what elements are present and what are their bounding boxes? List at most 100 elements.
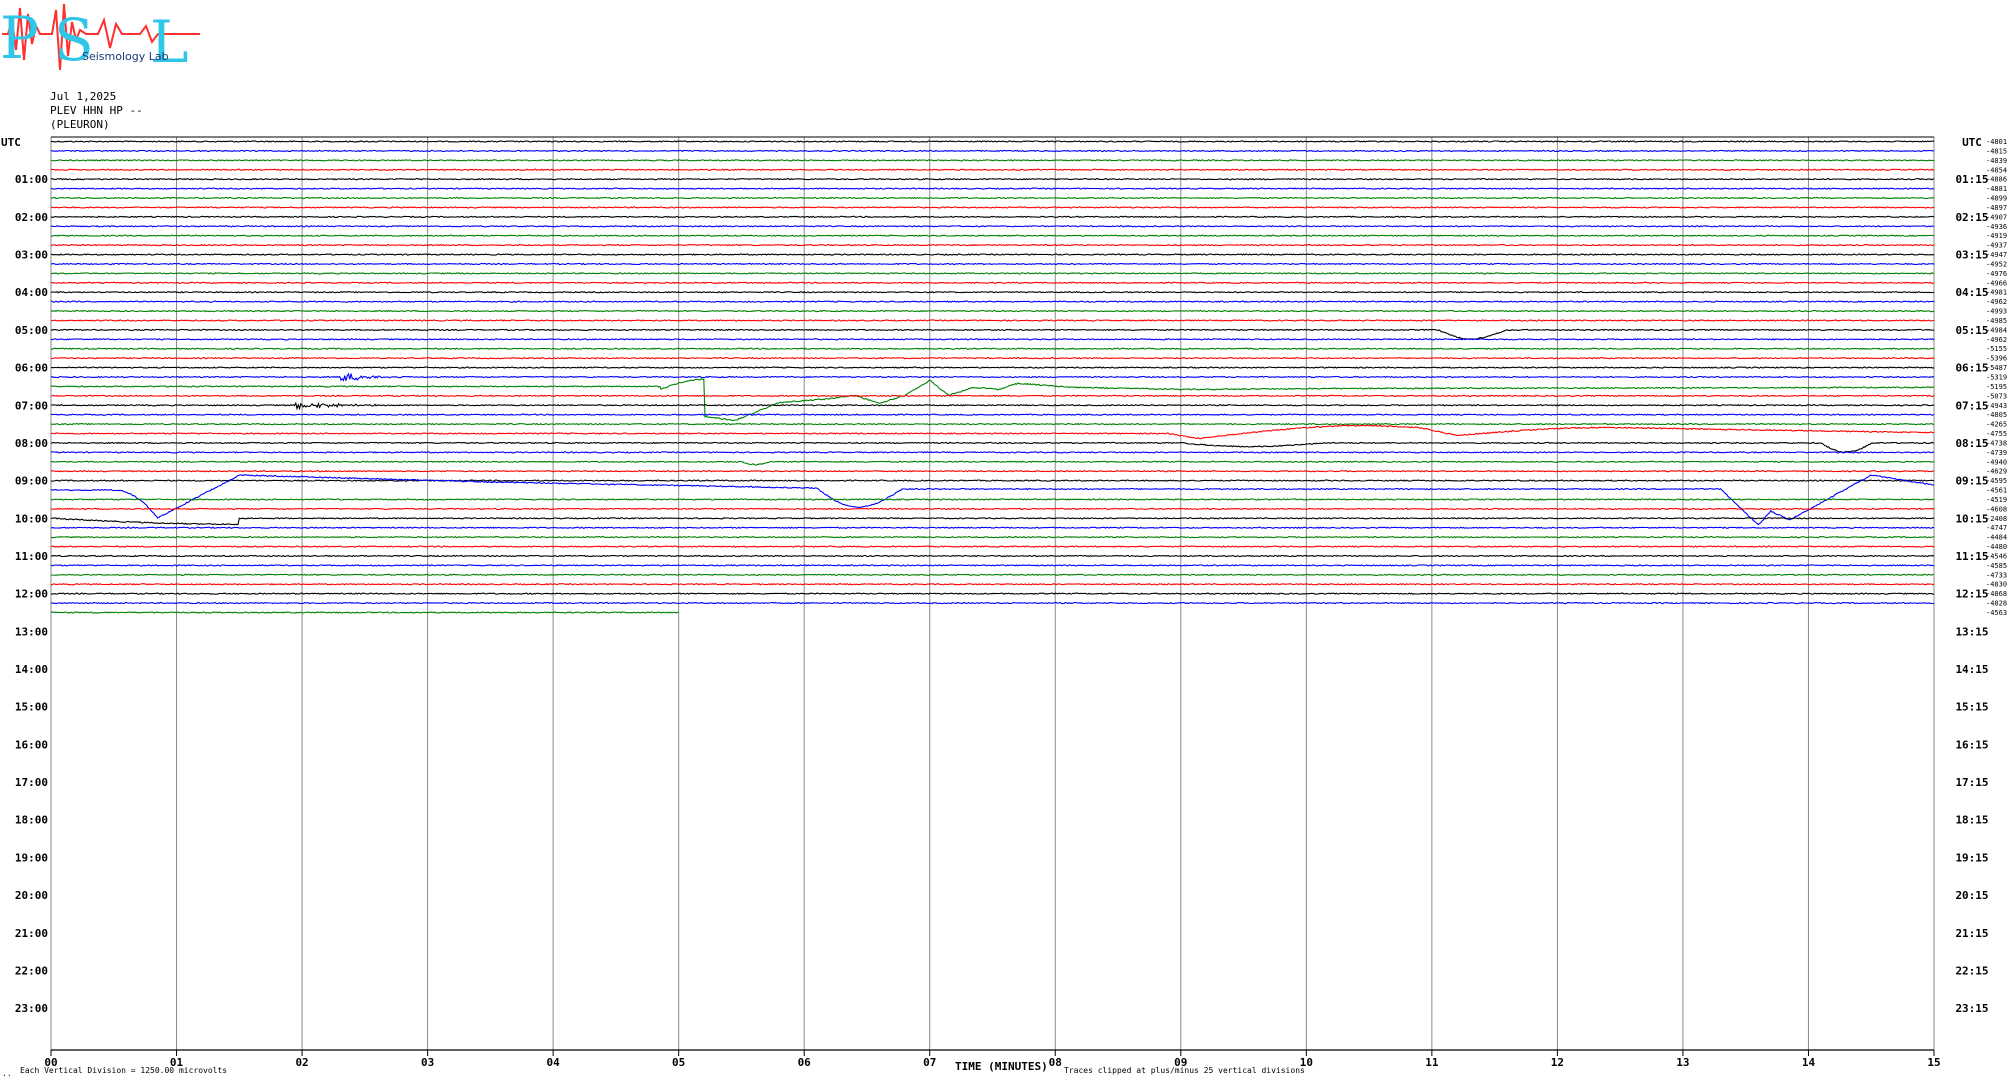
seismic-trace-row — [50, 319, 1935, 322]
x-tick-label: 05 — [672, 1056, 685, 1069]
x-tick-label: 06 — [798, 1056, 812, 1069]
row-offset-label: -4854 — [1986, 166, 2007, 174]
right-hour-label: 01:15 — [1955, 173, 1988, 186]
seismic-trace-row — [50, 272, 1935, 275]
row-offset-label: -4897 — [1986, 204, 2007, 212]
row-offset-label: -4747 — [1986, 524, 2007, 532]
row-offset-label: -4561 — [1986, 487, 2007, 495]
row-offset-label: -5319 — [1986, 374, 2007, 382]
right-hour-label: 20:15 — [1955, 889, 1988, 902]
right-hour-label: 12:15 — [1955, 588, 1988, 601]
left-axis-label: UTC — [1, 136, 21, 149]
seismic-trace-row — [50, 234, 1935, 237]
x-tick-label: 12 — [1551, 1056, 1564, 1069]
right-hour-label: 13:15 — [1955, 625, 1988, 638]
right-hour-label: 04:15 — [1955, 286, 1988, 299]
left-hour-label: 10:00 — [15, 512, 48, 525]
seismic-trace-row — [50, 215, 1935, 219]
left-hour-label: 06:00 — [15, 362, 48, 375]
x-tick-label: 07 — [923, 1056, 936, 1069]
left-hour-label: 19:00 — [15, 851, 48, 864]
seismic-trace-row — [50, 564, 1935, 567]
seismic-trace-row — [50, 469, 1934, 473]
seismic-trace-row — [50, 401, 1935, 411]
row-offset-label: -4805 — [1986, 411, 2007, 419]
right-hour-label: 11:15 — [1955, 550, 1988, 563]
row-offset-label: -4962 — [1986, 336, 2007, 344]
row-offset-label: -5396 — [1986, 355, 2007, 363]
row-offset-label: -4629 — [1986, 468, 2007, 476]
right-hour-label: 16:15 — [1955, 738, 1988, 751]
right-hour-label: 06:15 — [1955, 362, 1988, 375]
left-hour-label: 18:00 — [15, 814, 48, 827]
seismic-trace-row — [50, 149, 1935, 153]
seismic-trace-row — [50, 309, 1935, 313]
row-offset-label: -4839 — [1986, 157, 2007, 165]
row-offset-label: -4608 — [1986, 505, 2007, 513]
row-offset-label: -4739 — [1986, 449, 2007, 457]
left-hour-label: 21:00 — [15, 927, 48, 940]
left-hour-label: 02:00 — [15, 211, 48, 224]
row-offset-label: -4881 — [1986, 185, 2007, 193]
seismic-trace-row — [50, 356, 1935, 360]
left-hour-label: 04:00 — [15, 286, 48, 299]
corner-mark: .. — [2, 1069, 12, 1078]
left-hour-label: 07:00 — [15, 399, 48, 412]
seismic-trace-row — [50, 177, 1935, 181]
left-hour-label: 23:00 — [15, 1002, 48, 1015]
right-hour-label: 14:15 — [1955, 663, 1988, 676]
x-tick-label: 04 — [547, 1056, 561, 1069]
seismic-trace-row — [50, 347, 1935, 351]
right-hour-label: 07:15 — [1955, 399, 1988, 412]
row-offset-label: -4940 — [1986, 458, 2007, 466]
left-hour-label: 14:00 — [15, 663, 48, 676]
x-tick-label: 13 — [1676, 1056, 1689, 1069]
row-offset-label: -5487 — [1986, 364, 2007, 372]
row-offset-label: -4801 — [1986, 138, 2007, 146]
seismic-trace-row — [50, 366, 1935, 369]
row-offset-label: -4265 — [1986, 421, 2007, 429]
left-hour-label: 15:00 — [15, 701, 48, 714]
seismic-trace-row — [50, 517, 1935, 526]
seismic-trace-row — [50, 224, 1935, 228]
right-hour-label: 17:15 — [1955, 776, 1988, 789]
right-hour-label: 09:15 — [1955, 475, 1988, 488]
seismic-trace-row — [50, 159, 1935, 162]
left-hour-label: 12:00 — [15, 588, 48, 601]
x-tick-label: 03 — [421, 1056, 434, 1069]
right-hour-label: 08:15 — [1955, 437, 1988, 450]
x-tick-label: 15 — [1927, 1056, 1940, 1069]
seismic-trace-row — [50, 328, 1935, 340]
row-offset-label: -4480 — [1986, 543, 2007, 551]
left-hour-label: 09:00 — [15, 475, 48, 488]
row-offset-label: -4966 — [1986, 279, 2007, 287]
left-hour-label: 20:00 — [15, 889, 48, 902]
x-axis-title: TIME (MINUTES) — [955, 1060, 1048, 1073]
seismic-trace-row — [50, 253, 1935, 256]
seismic-trace-row — [50, 441, 1935, 453]
seismic-trace-row — [50, 526, 1935, 530]
row-offset-label: -4815 — [1986, 147, 2007, 155]
seismic-trace-row — [50, 290, 1935, 294]
left-hour-label: 22:00 — [15, 964, 48, 977]
seismic-trace-row — [50, 243, 1935, 247]
row-offset-label: -4585 — [1986, 562, 2007, 570]
row-offset-label: -4595 — [1986, 477, 2007, 485]
right-hour-label: 21:15 — [1955, 927, 1988, 940]
row-offset-label: -4886 — [1986, 176, 2007, 184]
row-offset-label: -4984 — [1986, 326, 2007, 334]
row-offset-label: -4563 — [1986, 609, 2007, 617]
row-offset-label: -4943 — [1986, 402, 2007, 410]
row-offset-label: -4985 — [1986, 317, 2007, 325]
row-offset-label: -4981 — [1986, 289, 2007, 297]
row-offset-label: -4962 — [1986, 298, 2007, 306]
left-hour-label: 11:00 — [15, 550, 48, 563]
row-offset-label: -5073 — [1986, 392, 2007, 400]
row-offset-label: -4936 — [1986, 223, 2007, 231]
seismic-trace-row — [50, 601, 1935, 605]
row-offset-label: -4830 — [1986, 581, 2007, 589]
seismic-trace-row — [50, 372, 1935, 382]
seismic-trace-row — [50, 424, 1935, 440]
row-offset-label: -4738 — [1986, 439, 2007, 447]
x-tick-label: 08 — [1049, 1056, 1062, 1069]
